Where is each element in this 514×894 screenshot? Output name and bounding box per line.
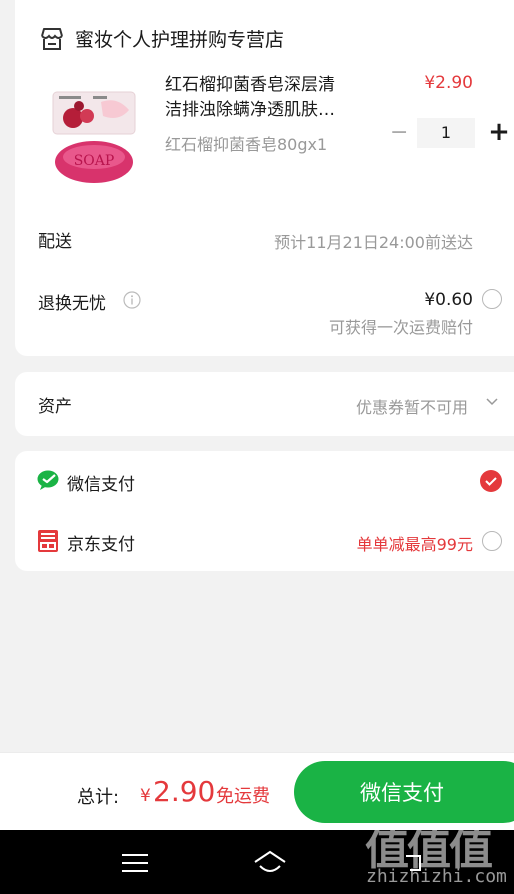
jd-pay-label: 京东支付 bbox=[67, 535, 135, 555]
soap-engraving: SOAP bbox=[74, 153, 115, 169]
product-image[interactable]: SOAP bbox=[49, 86, 139, 186]
product-spec[interactable]: 红石榴抑菌香皂80gx1 bbox=[165, 131, 327, 155]
return-insurance-price: ¥0.60 bbox=[424, 290, 473, 310]
delivery-label: 配送 bbox=[38, 232, 72, 252]
jd-pay-radio[interactable] bbox=[482, 531, 502, 551]
payment-methods: 微信支付 京东支付 单单减最高99元 bbox=[15, 451, 514, 571]
store-icon bbox=[41, 27, 63, 50]
return-insurance-note: 可获得一次运费赔付 bbox=[328, 318, 473, 337]
product-price: ¥2.90 bbox=[424, 73, 473, 93]
menu-icon[interactable] bbox=[122, 853, 148, 873]
store-card: 蜜妆个人护理拼购专营店 SOAP 红石榴抑菌香皂深层清 洁排浊除螨净透肌肤… ¥… bbox=[15, 0, 514, 356]
coupon-status: 优惠券暂不可用 bbox=[355, 398, 468, 417]
total-currency: ¥ bbox=[140, 786, 151, 806]
assets-row[interactable]: 资产 优惠券暂不可用 bbox=[15, 372, 514, 436]
increase-button[interactable]: + bbox=[488, 119, 510, 147]
quantity-input[interactable]: 1 bbox=[417, 118, 475, 148]
store-name: 蜜妆个人护理拼购专营店 bbox=[75, 29, 285, 51]
return-insurance-label: 退换无忧 bbox=[38, 294, 106, 314]
decrease-button[interactable]: − bbox=[390, 122, 408, 144]
info-icon[interactable] bbox=[123, 291, 141, 309]
watermark-url: zhizhizhi.com bbox=[366, 866, 507, 887]
store-header[interactable]: 蜜妆个人护理拼购专营店 bbox=[39, 25, 284, 52]
free-shipping-tag: 免运费 bbox=[216, 786, 270, 807]
product-title-line-1: 红石榴抑菌香皂深层清 bbox=[165, 75, 335, 95]
chevron-down-icon bbox=[486, 398, 498, 406]
wechat-pay-icon bbox=[37, 470, 59, 490]
jd-pay-icon bbox=[38, 530, 58, 552]
total-label: 总计: bbox=[77, 787, 120, 808]
jd-pay-promo: 单单减最高99元 bbox=[356, 535, 473, 554]
delivery-estimate: 预计11月21日24:00前送达 bbox=[274, 233, 473, 252]
product-title[interactable]: 红石榴抑菌香皂深层清 洁排浊除螨净透肌肤… bbox=[165, 73, 365, 123]
return-insurance-radio[interactable] bbox=[482, 289, 502, 309]
quantity-stepper: − 1 + bbox=[390, 118, 514, 148]
home-icon[interactable] bbox=[252, 850, 288, 876]
assets-label: 资产 bbox=[38, 397, 72, 417]
product-title-line-2: 洁排浊除螨净透肌肤… bbox=[165, 100, 335, 120]
wechat-pay-selected-icon[interactable] bbox=[480, 470, 502, 492]
wechat-pay-label: 微信支付 bbox=[67, 475, 135, 495]
total-amount: 2.90 bbox=[153, 775, 216, 808]
